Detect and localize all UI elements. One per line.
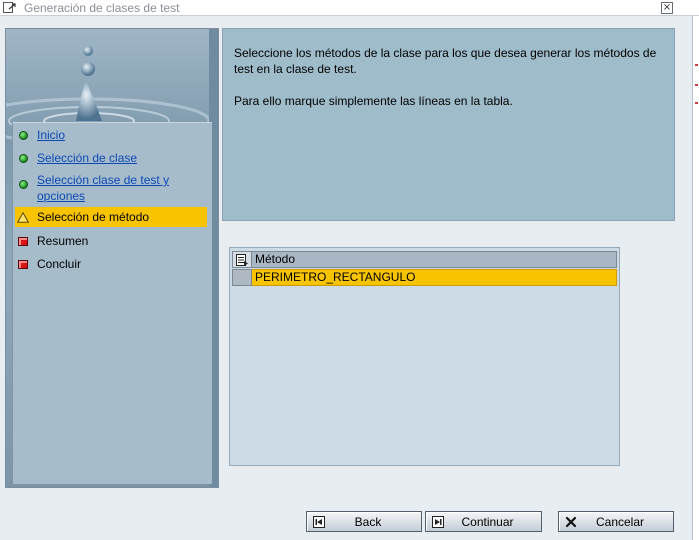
title-bar: Generación de clases de test × [0,0,699,16]
step-label[interactable]: Selección clase de test y opciones [37,172,197,204]
table-header: Método [232,251,617,268]
instructions-paragraph: Para ello marque simplemente las líneas … [234,94,513,108]
window-icon [3,2,17,14]
wizard-steps-list: Inicio Selección de clase Selección clas… [12,122,212,484]
step-current-icon [15,209,31,225]
cancel-button[interactable]: Cancelar [558,511,674,532]
step-pending-icon [15,256,31,272]
step-label: Selección de método [37,210,150,224]
back-icon [311,514,327,530]
continue-label: Continuar [461,514,514,529]
step-seleccion-metodo: Selección de método [15,207,207,227]
step-done-icon [15,127,31,143]
step-inicio[interactable]: Inicio [15,127,207,143]
step-resumen: Resumen [15,233,207,249]
method-table: Método PERIMETRO_RECTANGULO [229,247,620,466]
step-label: Resumen [37,234,89,248]
step-seleccion-clase-test[interactable]: Selección clase de test y opciones [15,172,207,204]
select-all-button[interactable] [232,251,252,268]
column-header-metodo[interactable]: Método [252,251,617,268]
instructions-paragraph: Seleccione los métodos de la clase para … [234,46,657,76]
step-done-icon [15,150,31,166]
step-label: Concluir [37,257,82,271]
back-label: Back [354,514,382,529]
instructions-panel: Seleccione los métodos de la clase para … [222,28,675,221]
row-selector[interactable] [232,269,252,286]
continue-icon [430,514,446,530]
back-button[interactable]: Back [306,511,422,532]
table-row[interactable]: PERIMETRO_RECTANGULO [232,269,617,286]
wizard-steps-panel: Inicio Selección de clase Selección clas… [5,28,219,488]
select-all-icon [236,253,248,266]
step-done-icon [15,176,31,192]
instructions-text: Seleccione los métodos de la clase para … [234,45,664,125]
step-seleccion-clase[interactable]: Selección de clase [15,150,207,166]
cancel-label: Cancelar [595,514,645,529]
cancel-icon [563,514,579,530]
window-edge [692,16,699,540]
step-pending-icon [15,233,31,249]
continue-button[interactable]: Continuar [425,511,542,532]
step-concluir: Concluir [15,256,207,272]
close-button[interactable]: × [661,2,673,14]
step-label[interactable]: Inicio [37,127,65,143]
method-cell[interactable]: PERIMETRO_RECTANGULO [252,269,617,286]
step-label[interactable]: Selección de clase [37,150,137,166]
window-title: Generación de clases de test [24,1,180,15]
